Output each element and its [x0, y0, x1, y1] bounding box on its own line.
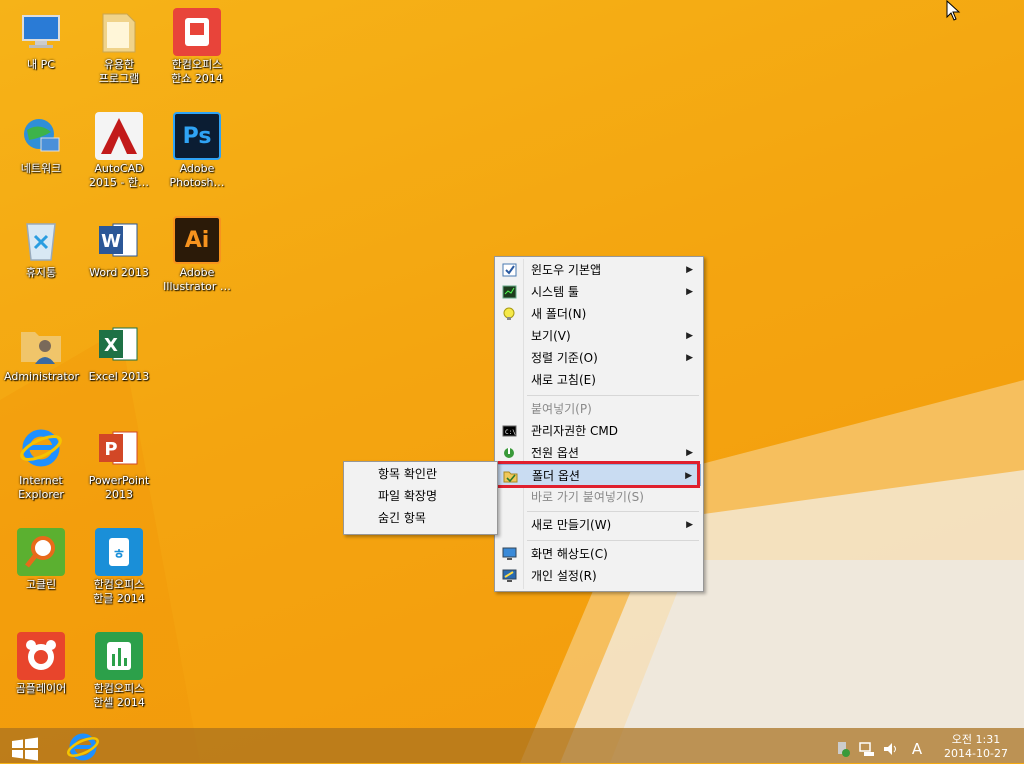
excel-icon: X — [95, 320, 143, 368]
personalize-icon — [502, 569, 517, 582]
menu-item-admin-cmd[interactable]: C:\ 관리자권한 CMD — [497, 420, 701, 442]
desktop-icon-powerpoint-2013[interactable]: P PowerPoint 2013 — [82, 424, 156, 502]
hanshow-icon — [173, 8, 221, 56]
desktop-icon-recycle-bin[interactable]: 휴지통 — [4, 216, 78, 280]
menu-separator — [527, 511, 699, 512]
submenu-arrow-icon: ▶ — [686, 287, 693, 297]
system-tools-icon — [502, 285, 517, 299]
menu-item-personalize[interactable]: 개인 설정(R) — [497, 565, 701, 587]
submenu-item-hidden-items[interactable]: 숨긴 항목 — [346, 507, 495, 529]
desktop-icon-useful-programs[interactable]: 유용한 프로그램 — [82, 8, 156, 86]
menu-item-windows-default-apps[interactable]: 윈도우 기본앱 ▶ — [497, 259, 701, 281]
volume-icon[interactable] — [882, 740, 900, 758]
folder-icon — [95, 8, 143, 56]
desktop-icon-adobe-illustrator[interactable]: Ai Adobe Illustrator … — [160, 216, 234, 294]
cmd-icon: C:\ — [502, 425, 517, 437]
network-icon — [17, 112, 65, 160]
desktop-icon-network[interactable]: 네트워크 — [4, 112, 78, 176]
display-icon — [502, 547, 517, 560]
ime-indicator[interactable]: A — [908, 740, 926, 758]
desktop-context-menu: 윈도우 기본앱 ▶ 시스템 툴 ▶ 새 폴더(N) 보기(V) ▶ 정렬 기준(O) ▶… — [494, 256, 704, 592]
gomplayer-icon — [17, 632, 65, 680]
hancell-icon — [95, 632, 143, 680]
desktop-icon-goclean[interactable]: 고클린 — [4, 528, 78, 592]
submenu-arrow-icon: ▶ — [686, 520, 693, 530]
power-options-icon — [504, 448, 514, 458]
hangul-icon: ㅎ — [95, 528, 143, 576]
svg-text:X: X — [104, 335, 118, 356]
desktop-icon-my-pc[interactable]: 내 PC — [4, 8, 78, 72]
desktop-icon-adobe-photoshop[interactable]: Ps Adobe Photosh… — [160, 112, 234, 190]
desktop-icon-hancom-hanshow[interactable]: 한컴오피스 한쇼 2014 — [160, 8, 234, 86]
lightbulb-icon — [503, 307, 515, 320]
svg-text:W: W — [101, 231, 121, 252]
menu-item-refresh[interactable]: 새로 고침(E) — [497, 369, 701, 391]
desktop-icon-autocad[interactable]: AutoCAD 2015 - 한… — [82, 112, 156, 190]
svg-text:P: P — [104, 439, 117, 460]
desktop-icon-internet-explorer[interactable]: Internet Explorer — [4, 424, 78, 502]
clock-date: 2014-10-27 — [944, 747, 1008, 760]
svg-text:ㅎ: ㅎ — [113, 547, 126, 563]
desktop-icon-hancom-hangul[interactable]: ㅎ 한컴오피스 한글 2014 — [82, 528, 156, 606]
menu-item-paste[interactable]: 붙여넣기(P) — [497, 398, 701, 420]
powerpoint-icon: P — [95, 424, 143, 472]
menu-item-screen-resolution[interactable]: 화면 해상도(C) — [497, 543, 701, 565]
illustrator-icon: Ai — [173, 216, 221, 264]
clock-time: 오전 1:31 — [951, 733, 1001, 746]
menu-separator — [527, 395, 699, 396]
desktop-icon-excel-2013[interactable]: X Excel 2013 — [82, 320, 156, 384]
menu-item-system-tools[interactable]: 시스템 툴 ▶ — [497, 281, 701, 303]
windows-app-icon — [502, 263, 517, 277]
menu-item-view[interactable]: 보기(V) ▶ — [497, 325, 701, 347]
network-tray-icon[interactable] — [858, 740, 876, 758]
user-folder-icon — [17, 320, 65, 368]
highlight-box — [494, 461, 700, 488]
taskbar-ie-icon[interactable] — [66, 730, 100, 762]
menu-item-sort-by[interactable]: 정렬 기준(O) ▶ — [497, 347, 701, 369]
mouse-cursor-icon — [946, 0, 961, 21]
computer-icon — [17, 8, 65, 56]
recycle-bin-icon — [17, 216, 65, 264]
submenu-arrow-icon: ▶ — [686, 331, 693, 341]
svg-text:C:\: C:\ — [505, 429, 516, 436]
desktop-icon-administrator[interactable]: Administrator — [4, 320, 79, 384]
desktop-icon-word-2013[interactable]: W Word 2013 — [82, 216, 156, 280]
submenu-item-checkboxes[interactable]: 항목 확인란 — [346, 463, 495, 485]
goclean-icon — [17, 528, 65, 576]
action-center-icon[interactable] — [834, 740, 852, 758]
photoshop-icon: Ps — [173, 112, 221, 160]
desktop-icon-hancom-hancell[interactable]: 한컴오피스 한셀 2014 — [82, 632, 156, 710]
submenu-item-file-extensions[interactable]: 파일 확장명 — [346, 485, 495, 507]
menu-item-new[interactable]: 새로 만들기(W) ▶ — [497, 514, 701, 536]
menu-separator — [527, 540, 699, 541]
submenu-arrow-icon: ▶ — [686, 353, 693, 363]
start-button[interactable] — [10, 737, 40, 761]
menu-item-paste-shortcut[interactable]: 바로 가기 붙여넣기(S) — [497, 486, 701, 508]
taskbar-clock[interactable]: 오전 1:31 2014-10-27 — [936, 733, 1016, 761]
word-icon: W — [95, 216, 143, 264]
autocad-icon — [95, 112, 143, 160]
submenu-arrow-icon: ▶ — [686, 265, 693, 275]
menu-item-new-folder[interactable]: 새 폴더(N) — [497, 303, 701, 325]
folder-options-submenu: 항목 확인란 파일 확장명 숨긴 항목 — [343, 461, 498, 535]
desktop-icon-gomplayer[interactable]: 곰플레이어 — [4, 632, 78, 696]
ie-icon — [17, 424, 65, 472]
